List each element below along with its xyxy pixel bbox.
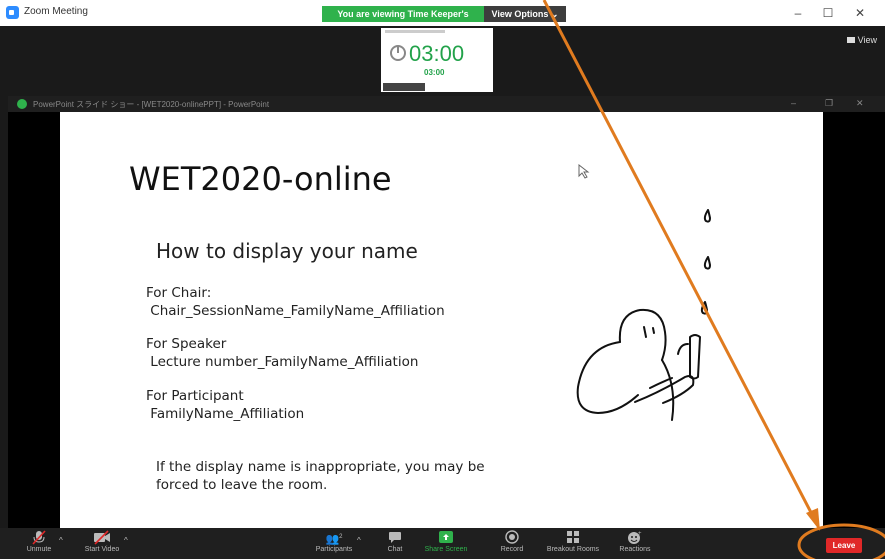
- chair-format: Chair_SessionName_FamilyName_Affiliation: [146, 303, 445, 319]
- muted-microphone-icon: [32, 530, 46, 545]
- slide-heading: How to display your name: [156, 239, 418, 263]
- window-title: Zoom Meeting: [24, 6, 88, 17]
- unmute-button[interactable]: Unmute: [22, 528, 56, 553]
- participants-label: Participants: [315, 546, 353, 553]
- chat-icon: [389, 532, 401, 543]
- meeting-toolbar: Unmute ^ Start Video ^ 👥2 Participants ^…: [0, 528, 885, 559]
- timer-display: 03:00: [409, 41, 465, 66]
- minimize-icon[interactable]: –: [788, 6, 808, 20]
- slide-title: WET2020-online: [129, 160, 392, 198]
- timer-icon: [390, 45, 406, 61]
- breakout-rooms-icon: [567, 531, 579, 543]
- drinking-character-illustration: [576, 209, 711, 421]
- leave-meeting-button[interactable]: Leave: [826, 538, 862, 553]
- reactions-button[interactable]: + Reactions: [615, 528, 655, 553]
- notice-line-1: If the display name is inappropriate, yo…: [156, 459, 485, 475]
- breakout-rooms-button[interactable]: Breakout Rooms: [542, 528, 604, 553]
- unmute-label: Unmute: [26, 546, 52, 553]
- participants-icon: 👥2: [325, 533, 343, 546]
- view-button[interactable]: View: [846, 35, 877, 45]
- zoom-app-icon: [6, 6, 19, 19]
- viewing-banner: You are viewing Time Keeper's screen: [322, 6, 484, 35]
- share-screen-label: Share Screen: [424, 546, 468, 553]
- reactions-icon: +: [628, 531, 642, 544]
- ppt-restore-icon: ❐: [825, 98, 834, 108]
- participant-label: For Participant: [146, 388, 244, 404]
- presentation-slide: WET2020-online How to display your name …: [60, 112, 823, 528]
- grid-view-icon: [846, 37, 855, 43]
- chair-label: For Chair:: [146, 285, 212, 301]
- speaker-label: For Speaker: [146, 336, 227, 352]
- share-screen-icon: [439, 531, 453, 543]
- record-button[interactable]: Record: [496, 528, 528, 553]
- thumbnail-header: [385, 30, 445, 33]
- reactions-label: Reactions: [619, 546, 651, 553]
- thumbnail-name-label: [383, 83, 425, 91]
- powerpoint-window-bar: PowerPoint スライド ショー - [WET2020-onlinePPT…: [8, 96, 885, 112]
- video-off-icon: [94, 530, 110, 545]
- close-icon[interactable]: ✕: [850, 6, 870, 20]
- chat-label: Chat: [387, 546, 403, 553]
- caret-up-icon[interactable]: ^: [357, 536, 361, 545]
- caret-up-icon[interactable]: ^: [124, 536, 128, 545]
- caret-up-icon[interactable]: ^: [59, 536, 63, 545]
- speaker-format: Lecture number_FamilyName_Affiliation: [146, 354, 419, 370]
- ppt-close-icon: ✕: [856, 98, 864, 108]
- shared-screen-thumbnail[interactable]: 03:00 03:00: [381, 28, 493, 92]
- share-screen-button[interactable]: Share Screen: [424, 528, 468, 553]
- chat-button[interactable]: Chat: [380, 528, 410, 553]
- record-label: Record: [500, 546, 524, 553]
- mouse-pointer-icon: [578, 164, 590, 179]
- participant-format: FamilyName_Affiliation: [146, 406, 305, 422]
- view-options-button[interactable]: View Options ⌄: [484, 6, 566, 22]
- view-button-label: View: [857, 35, 877, 45]
- svg-text:+: +: [638, 531, 642, 537]
- breakout-rooms-label: Breakout Rooms: [546, 546, 600, 553]
- participants-button[interactable]: 👥2 Participants: [314, 528, 354, 553]
- start-video-label: Start Video: [84, 546, 120, 553]
- ppt-minimize-icon: –: [791, 98, 797, 108]
- powerpoint-title: PowerPoint スライド ショー - [WET2020-onlinePPT…: [33, 100, 270, 109]
- shield-icon: [17, 99, 27, 109]
- notice-line-2: forced to leave the room.: [156, 477, 328, 493]
- timer-subdisplay: 03:00: [424, 68, 445, 77]
- record-icon: [505, 530, 519, 544]
- maximize-icon[interactable]: ☐: [818, 6, 838, 20]
- participants-count: 2: [339, 534, 343, 540]
- start-video-button[interactable]: Start Video: [78, 528, 126, 553]
